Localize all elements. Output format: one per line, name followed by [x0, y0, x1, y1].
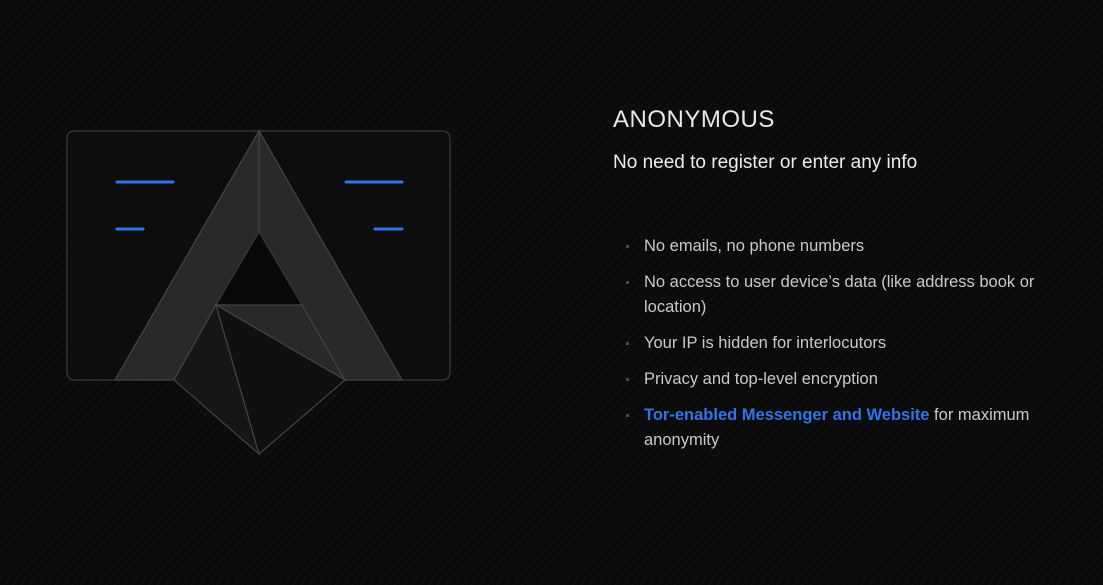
list-item: No access to user device’s data (like ad… — [613, 270, 1063, 320]
list-item: Your IP is hidden for interlocutors — [613, 331, 1063, 356]
list-item: Tor-enabled Messenger and Website for ma… — [613, 403, 1063, 453]
feature-text: Privacy and top-level encryption — [644, 370, 878, 388]
bullet-icon — [626, 281, 629, 284]
bullet-icon — [626, 414, 629, 417]
feature-list: No emails, no phone numbers No access to… — [613, 234, 1063, 453]
tor-messenger-link[interactable]: Tor-enabled Messenger and Website — [644, 406, 929, 424]
anonymous-mask-illustration — [0, 0, 520, 580]
feature-text: Your IP is hidden for interlocutors — [644, 334, 887, 352]
bullet-icon — [626, 378, 629, 381]
list-item: Privacy and top-level encryption — [613, 367, 1063, 392]
anonymous-mask-icon — [66, 128, 451, 456]
list-item: No emails, no phone numbers — [613, 234, 1063, 259]
section-title: ANONYMOUS — [613, 106, 775, 133]
bullet-icon — [626, 342, 629, 345]
feature-section: ANONYMOUS No need to register or enter a… — [613, 104, 1073, 464]
feature-text: No emails, no phone numbers — [644, 237, 865, 255]
bullet-icon — [626, 245, 629, 248]
section-subtitle: No need to register or enter any info — [613, 152, 918, 173]
feature-text: No access to user device’s data (like ad… — [644, 273, 1035, 316]
